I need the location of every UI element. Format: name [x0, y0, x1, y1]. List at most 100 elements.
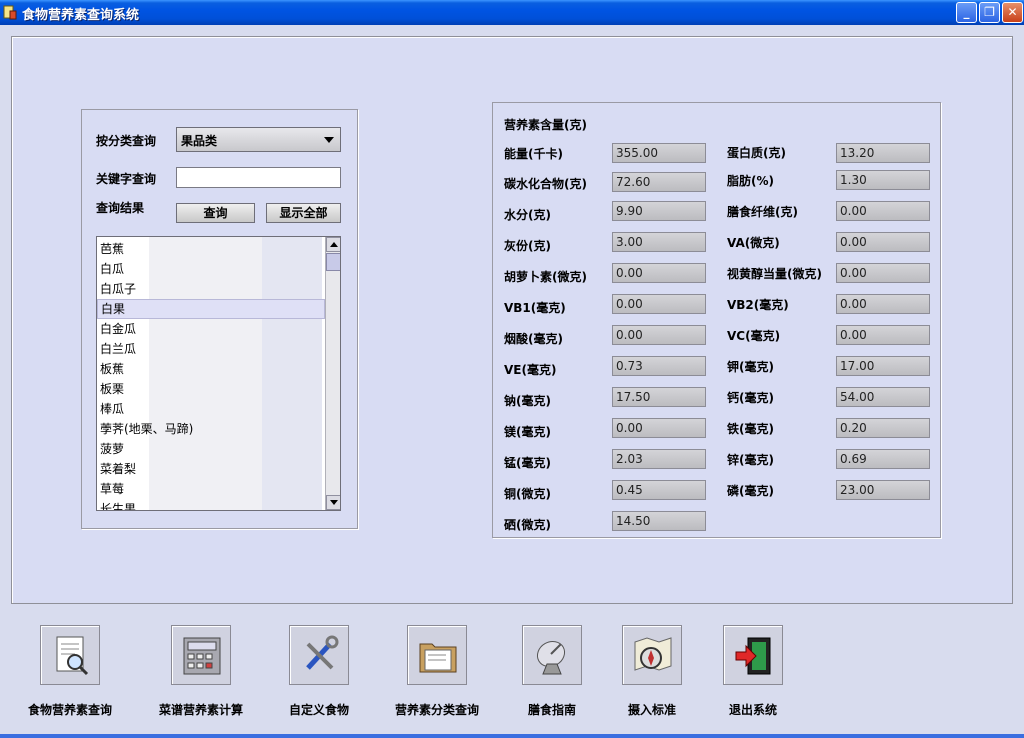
list-item[interactable]: 白果	[97, 299, 325, 319]
nutrient-label: 脂肪(%)	[727, 174, 774, 188]
nutrient-label: VA(微克)	[727, 236, 780, 250]
nutrient-label: 锰(毫克)	[504, 456, 551, 470]
nutrient-label: 灰份(克)	[504, 239, 551, 253]
nutrient-value-field: 0.00	[612, 418, 706, 438]
list-item[interactable]: 芭蕉	[97, 239, 325, 259]
list-item[interactable]: 白兰瓜	[97, 339, 325, 359]
nutrient-value-field: 0.00	[612, 294, 706, 314]
nutrient-label: 磷(毫克)	[727, 484, 774, 498]
list-item[interactable]: 白瓜	[97, 259, 325, 279]
nutrient-value-field: 0.00	[612, 263, 706, 283]
nutrient-value-field: 1.30	[836, 170, 930, 190]
list-item[interactable]: 草莓	[97, 479, 325, 499]
minimize-button[interactable]: _	[956, 2, 977, 23]
nutrient-label: VE(毫克)	[504, 363, 557, 377]
tool-label: 自定义食物	[288, 703, 349, 717]
tools-icon	[306, 635, 339, 670]
list-item[interactable]: 板栗	[97, 379, 325, 399]
nutrient-label: 钾(毫克)	[727, 360, 774, 374]
nutrient-label: 胡萝卜素(微克)	[504, 270, 587, 284]
close-button[interactable]: ✕	[1002, 2, 1023, 23]
bottom-toolbar: 食物营养素查询 菜谱营养素计算 自定义食物 营养素分类查询 膳食指南 摄入标准 …	[0, 607, 1024, 738]
nutrient-value-field: 0.69	[836, 449, 930, 469]
exit-tool[interactable]: 退出系统	[688, 625, 818, 725]
compass-map-icon	[634, 637, 672, 671]
nutrient-value-field: 2.03	[612, 449, 706, 469]
nutrient-value-field: 3.00	[612, 232, 706, 252]
scroll-thumb[interactable]	[326, 253, 340, 271]
recipe-calc-tool[interactable]: 菜谱营养素计算	[136, 625, 266, 725]
list-scrollbar[interactable]	[325, 237, 340, 510]
nutrient-label: VB1(毫克)	[504, 301, 566, 315]
nutrient-label: 蛋白质(克)	[727, 146, 786, 160]
nutrient-value-field: 17.00	[836, 356, 930, 376]
nutrient-label: VC(毫克)	[727, 329, 781, 343]
list-item[interactable]: 板蕉	[97, 359, 325, 379]
nutrient-value-field: 0.00	[836, 232, 930, 252]
category-label: 按分类查询	[96, 134, 157, 148]
nutrient-title: 营养素含量(克)	[504, 118, 587, 132]
nutrient-value-field: 23.00	[836, 480, 930, 500]
list-item[interactable]: 白金瓜	[97, 319, 325, 339]
nutrient-label: 铁(毫克)	[727, 422, 774, 436]
list-item[interactable]: 荸荠(地栗、马蹄)	[97, 419, 325, 439]
show-all-button[interactable]: 显示全部	[266, 203, 341, 223]
category-query-tool[interactable]: 营养素分类查询	[372, 625, 502, 725]
nutrient-label: 硒(微克)	[504, 518, 551, 532]
nutrient-value-field: 9.90	[612, 201, 706, 221]
nutrient-value-field: 0.00	[836, 263, 930, 283]
nutrient-value-field: 17.50	[612, 387, 706, 407]
window-title: 食物营养素查询系统	[22, 8, 140, 23]
nutrient-value-field: 0.00	[836, 201, 930, 221]
nutrient-value-field: 0.20	[836, 418, 930, 438]
nutrient-label: 烟酸(毫克)	[504, 332, 563, 346]
nutrient-label: 钠(毫克)	[504, 394, 551, 408]
custom-food-tool[interactable]: 自定义食物	[254, 625, 384, 725]
query-button[interactable]: 查询	[176, 203, 255, 223]
tool-label: 退出系统	[728, 703, 777, 717]
nutrient-value-field: 14.50	[612, 511, 706, 531]
result-list-items: 芭蕉 白瓜 白瓜子 白果 白金瓜 白兰瓜 板蕉 板栗 棒瓜 荸荠(地栗、马蹄) 菠萝 菜着梨 草莓 长生果	[97, 239, 325, 510]
list-item[interactable]: 菜着梨	[97, 459, 325, 479]
chevron-down-icon	[324, 137, 334, 143]
title-bar: 食物营养素查询系统 _ ❐ ✕	[0, 0, 1024, 25]
tool-label: 食物营养素查询	[27, 703, 112, 717]
nutrient-value-field: 0.45	[612, 480, 706, 500]
nutrient-value-field: 0.00	[836, 294, 930, 314]
nutrient-value-field: 0.00	[836, 325, 930, 345]
nutrient-label: 视黄醇当量(微克)	[727, 267, 822, 281]
keyword-input[interactable]	[176, 167, 341, 188]
list-item[interactable]: 白瓜子	[97, 279, 325, 299]
bottom-border	[0, 734, 1024, 738]
nutrient-value-field: 54.00	[836, 387, 930, 407]
nutrient-value-field: 0.00	[612, 325, 706, 345]
nutrient-label: 锌(毫克)	[727, 453, 774, 467]
nutrient-label: 镁(毫克)	[504, 425, 551, 439]
list-item[interactable]: 棒瓜	[97, 399, 325, 419]
exit-door-icon	[735, 637, 771, 675]
maximize-button[interactable]: ❐	[979, 2, 1000, 23]
list-item[interactable]: 菠萝	[97, 439, 325, 459]
calculator-icon	[183, 637, 221, 675]
nutrient-label: 水分(克)	[504, 208, 551, 222]
document-search-icon	[56, 636, 89, 676]
list-item[interactable]: 长生果	[97, 499, 325, 510]
nutrient-label: 能量(千卡)	[504, 147, 563, 161]
food-query-tool[interactable]: 食物营养素查询	[5, 625, 135, 725]
app-icon	[3, 5, 17, 20]
scroll-up-icon[interactable]	[326, 237, 340, 252]
folder-icon	[419, 643, 457, 673]
tool-label: 营养素分类查询	[394, 703, 479, 717]
result-list[interactable]: 芭蕉 白瓜 白瓜子 白果 白金瓜 白兰瓜 板蕉 板栗 棒瓜 荸荠(地栗、马蹄) 菠萝 菜着梨 草莓 长生果	[96, 236, 341, 511]
nutrient-group	[492, 102, 941, 538]
nutrient-label: 钙(毫克)	[727, 391, 774, 405]
nutrient-value-field: 72.60	[612, 172, 706, 192]
nutrient-label: 碳水化合物(克)	[504, 177, 587, 191]
category-select[interactable]: 果品类	[176, 127, 341, 152]
nutrient-value-field: 355.00	[612, 143, 706, 163]
result-label: 查询结果	[96, 201, 145, 215]
category-select-value: 果品类	[181, 134, 218, 148]
nutrient-value-field: 13.20	[836, 143, 930, 163]
scroll-down-icon[interactable]	[326, 495, 340, 510]
nutrient-value-field: 0.73	[612, 356, 706, 376]
